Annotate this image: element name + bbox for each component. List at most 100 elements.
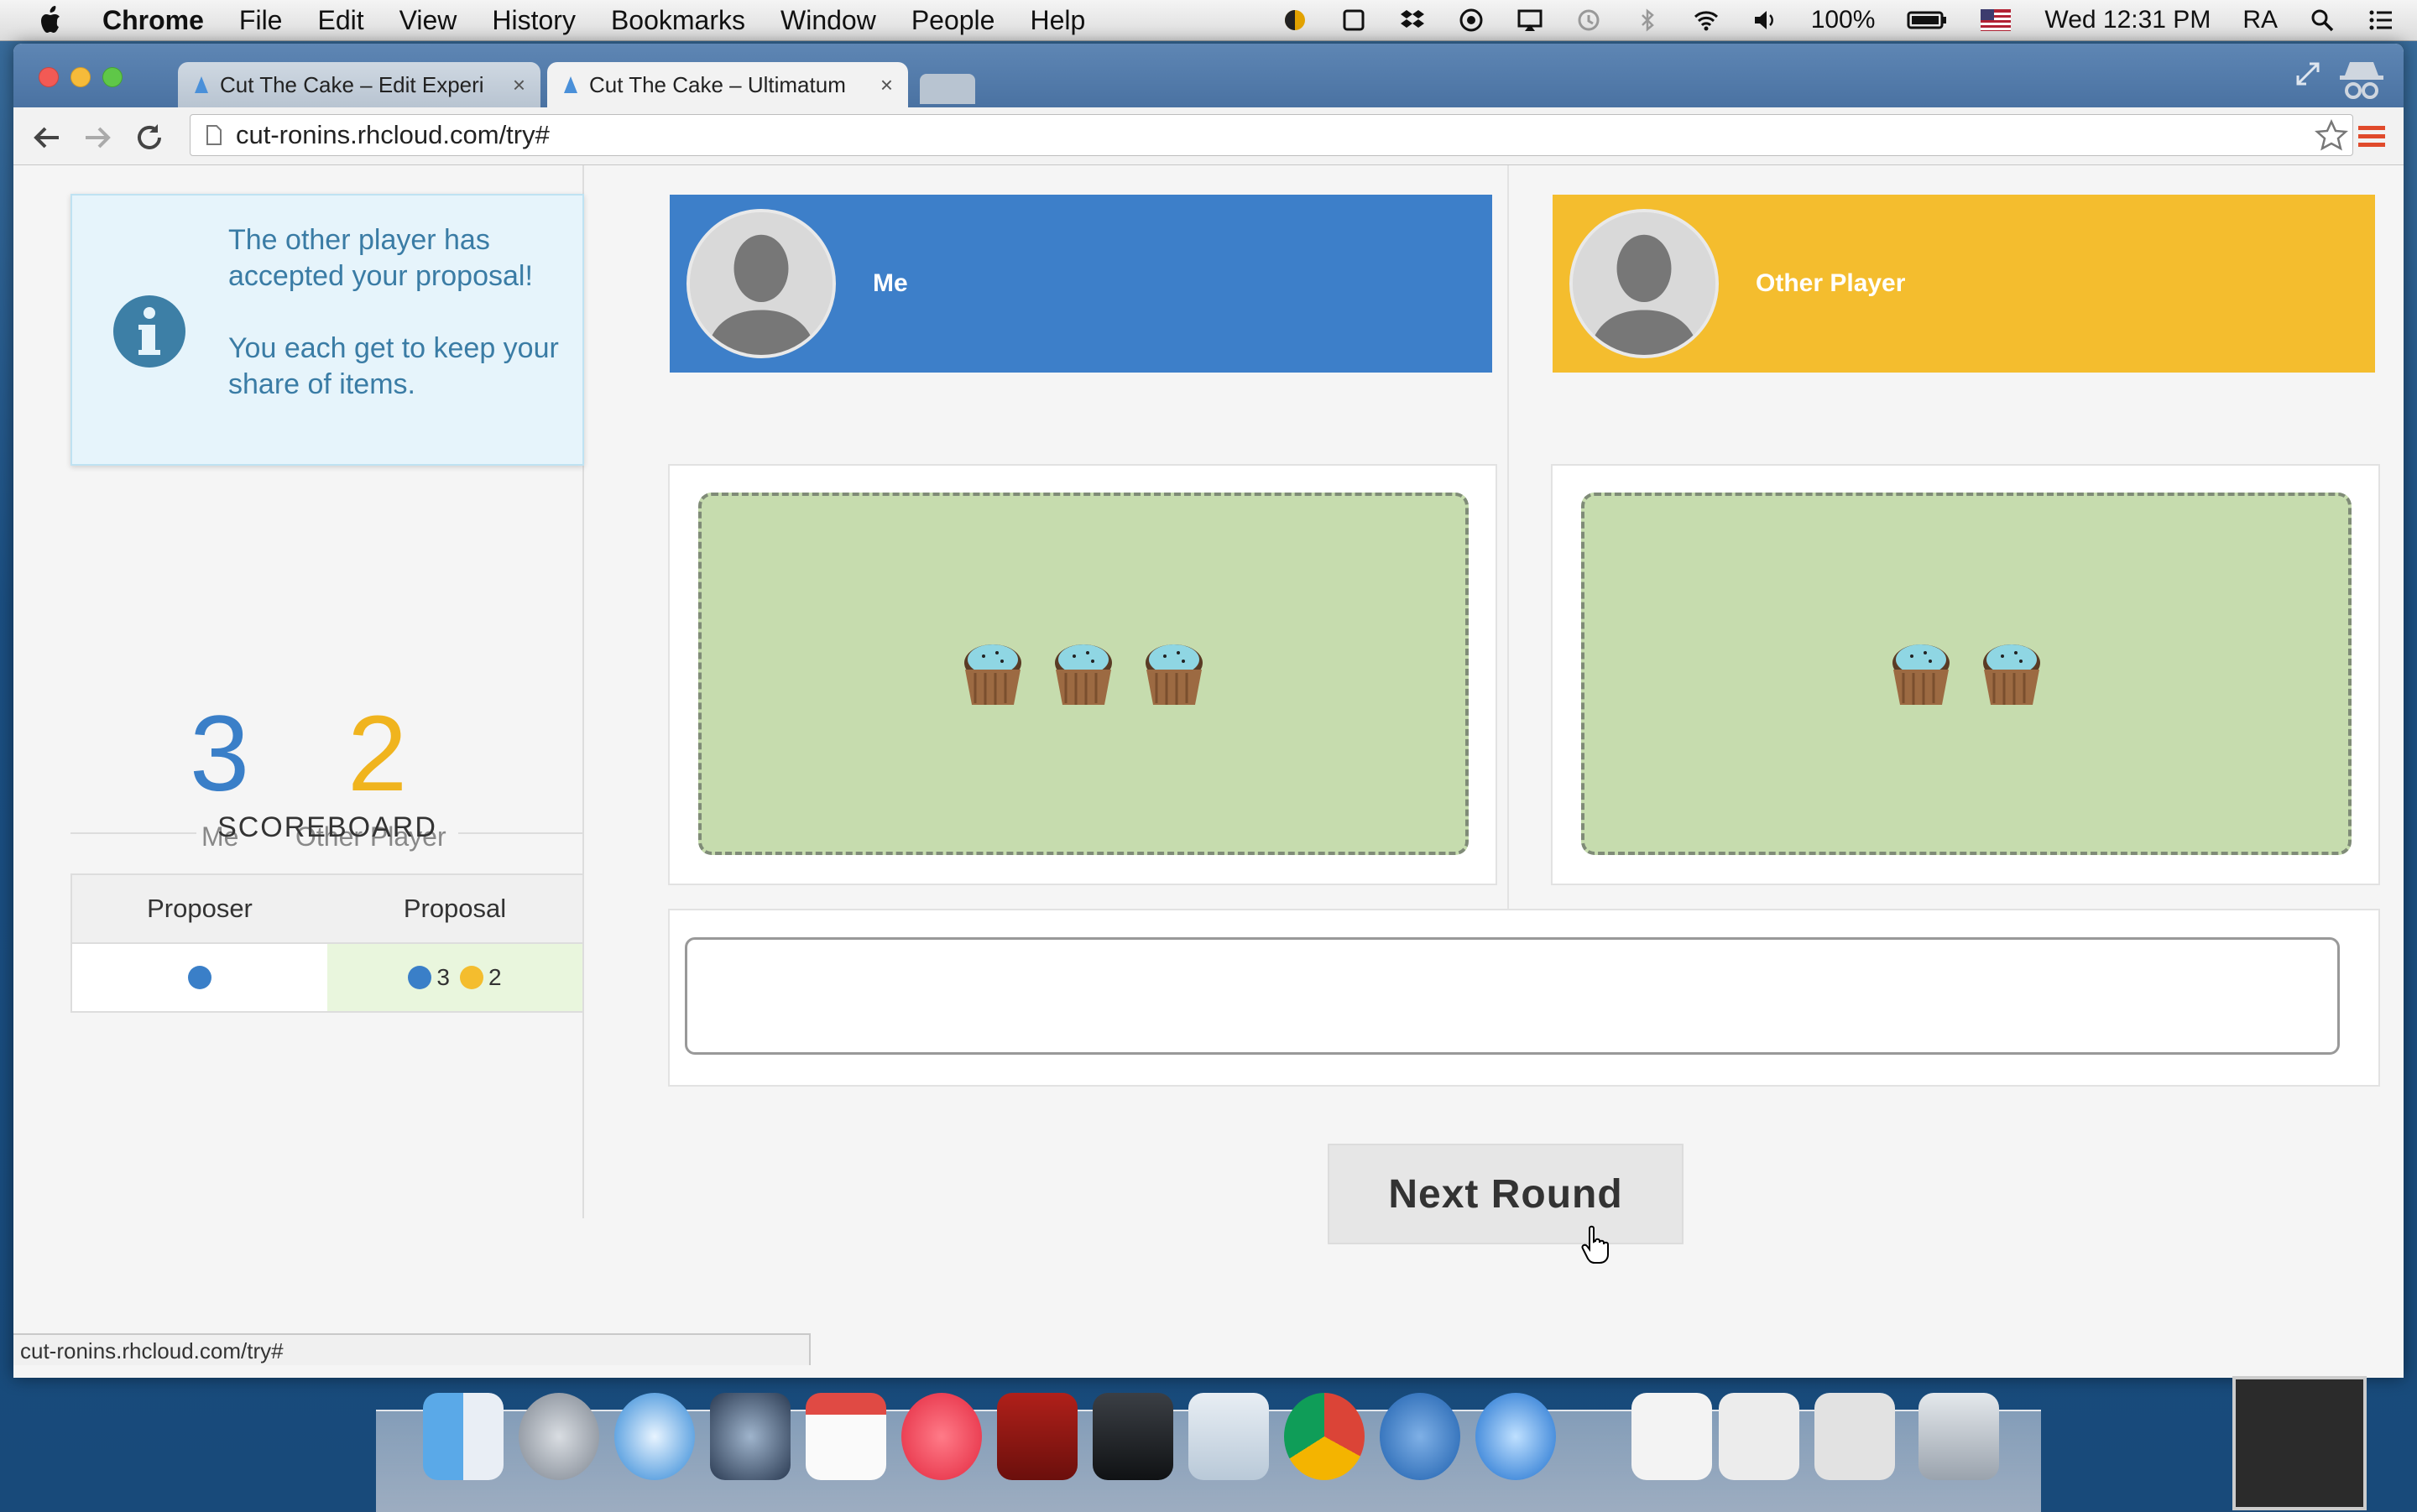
left-sidebar: The other player has accepted your propo…: [55, 165, 584, 1218]
close-window-button[interactable]: [39, 67, 59, 87]
us-flag-icon[interactable]: [1981, 8, 2012, 33]
alert-line-keep: You each get to keep your share of items…: [228, 332, 559, 400]
document-stack-icon[interactable]: [1719, 1393, 1799, 1480]
status-app-icon[interactable]: [1282, 8, 1308, 33]
finder-icon[interactable]: [423, 1393, 504, 1480]
volume-icon[interactable]: [1752, 8, 1778, 33]
new-tab-button[interactable]: [920, 74, 975, 104]
safari-icon[interactable]: [614, 1393, 695, 1480]
item-counts: 3 Me 2 Other Player: [55, 477, 582, 852]
proposal-other-share: 2: [488, 964, 502, 990]
result-alert: The other player has accepted your propo…: [70, 194, 584, 466]
address-bar[interactable]: cut-ronins.rhcloud.com/try#: [190, 114, 2353, 156]
cupcake-icon: [1055, 644, 1112, 705]
info-icon: [113, 295, 185, 368]
dropbox-icon[interactable]: [1400, 8, 1425, 33]
chrome-window: Cut The Cake – Edit Experi × Cut The Cak…: [13, 44, 2404, 1378]
me-share-card: [668, 464, 1497, 885]
notification-center-icon[interactable]: [2368, 8, 2394, 33]
me-dot-icon: [408, 966, 432, 989]
menu-bookmarks[interactable]: Bookmarks: [611, 5, 745, 36]
scoreboard-heading: SCOREBOARD: [70, 811, 584, 853]
minimize-window-button[interactable]: [70, 67, 91, 87]
me-item-tray[interactable]: [698, 493, 1469, 855]
other-player-name: Other Player: [1756, 269, 1906, 297]
page-viewport: The other player has accepted your propo…: [13, 165, 2404, 1378]
fullscreen-icon[interactable]: [2293, 59, 2323, 89]
photo-booth-icon[interactable]: [997, 1393, 1078, 1480]
page-icon: [206, 125, 222, 145]
record-icon[interactable]: [1459, 8, 1484, 33]
menu-history[interactable]: History: [492, 5, 576, 36]
me-player-name: Me: [873, 269, 908, 297]
menu-edit[interactable]: Edit: [317, 5, 363, 36]
message-input[interactable]: [685, 937, 2340, 1055]
menu-file[interactable]: File: [239, 5, 283, 36]
tab-close-icon[interactable]: ×: [880, 72, 893, 98]
alert-line-accepted: The other player has accepted your propo…: [228, 224, 533, 292]
facetime-icon[interactable]: [710, 1393, 791, 1480]
proposal-cell: 3 2: [327, 944, 582, 1011]
bookmark-star-icon[interactable]: [2315, 119, 2348, 153]
airplay-icon[interactable]: [1517, 8, 1543, 33]
menu-view[interactable]: View: [399, 5, 457, 36]
wifi-icon[interactable]: [1694, 8, 1719, 33]
mac-menubar: Chrome File Edit View History Bookmarks …: [0, 0, 2417, 41]
trash-icon[interactable]: [1918, 1393, 1999, 1480]
tab-edit-experiment[interactable]: Cut The Cake – Edit Experi ×: [178, 62, 540, 107]
bluetooth-icon[interactable]: [1635, 8, 1660, 33]
user-silhouette-icon: [1573, 212, 1715, 355]
reload-icon[interactable]: [133, 121, 166, 154]
other-share-card: [1551, 464, 2380, 885]
me-item-count: 3: [190, 694, 250, 814]
menubar-clock[interactable]: Wed 12:31 PM: [2044, 6, 2211, 34]
chrome-menu-icon[interactable]: [2358, 124, 2385, 149]
status-bar: cut-ronins.rhcloud.com/try#: [13, 1333, 811, 1365]
back-arrow-icon[interactable]: [30, 121, 64, 154]
calendar-icon[interactable]: [806, 1393, 886, 1480]
window-square-icon[interactable]: [1341, 8, 1366, 33]
menu-app-chrome[interactable]: Chrome: [102, 5, 204, 36]
menubar-user[interactable]: RA: [2242, 6, 2278, 34]
other-player-banner: Other Player: [1553, 195, 2375, 373]
page-favicon-icon: [195, 76, 208, 93]
menu-help[interactable]: Help: [1030, 5, 1085, 36]
r-app-icon[interactable]: [1380, 1393, 1460, 1480]
webcam-thumbnail: [2232, 1376, 2367, 1510]
cupcake-icon: [964, 644, 1021, 705]
menu-people[interactable]: People: [911, 5, 995, 36]
launchpad-icon[interactable]: [519, 1393, 599, 1480]
document-icon[interactable]: [1631, 1393, 1712, 1480]
other-item-count: 2: [347, 694, 408, 814]
tab-strip: Cut The Cake – Edit Experi × Cut The Cak…: [13, 44, 2404, 107]
preview-icon[interactable]: [1188, 1393, 1269, 1480]
forward-arrow-icon[interactable]: [81, 121, 114, 154]
proposal-me-share: 3: [436, 964, 450, 990]
column-header-proposer: Proposer: [147, 894, 253, 923]
chrome-icon[interactable]: [1284, 1393, 1365, 1480]
tab-ultimatum[interactable]: Cut The Cake – Ultimatum ×: [547, 62, 908, 107]
url-text[interactable]: cut-ronins.rhcloud.com/try#: [236, 120, 550, 150]
scoreboard-header-row: Proposer Proposal: [72, 875, 582, 944]
time-machine-icon[interactable]: [1576, 8, 1601, 33]
other-item-tray[interactable]: [1581, 493, 2352, 855]
hand-cursor-icon: [1581, 1225, 1609, 1264]
itunes-icon[interactable]: [901, 1393, 982, 1480]
apple-icon[interactable]: [37, 4, 65, 36]
menu-window[interactable]: Window: [780, 5, 876, 36]
zoom-window-button[interactable]: [102, 67, 123, 87]
proposer-me-dot-icon: [188, 966, 211, 989]
tab-close-icon[interactable]: ×: [513, 72, 525, 98]
quicktime-icon[interactable]: [1475, 1393, 1556, 1480]
page-favicon-icon: [564, 76, 577, 93]
tab-title: Cut The Cake – Ultimatum: [589, 71, 846, 97]
next-round-button[interactable]: Next Round: [1328, 1144, 1684, 1244]
minimized-chrome-window-icon[interactable]: [1814, 1393, 1895, 1480]
spotlight-search-icon[interactable]: [2310, 8, 2335, 33]
avatar: [1569, 209, 1719, 358]
incognito-icon: [2340, 62, 2383, 99]
activity-monitor-icon[interactable]: [1093, 1393, 1173, 1480]
scoreboard-table: Proposer Proposal 3 2: [70, 873, 584, 1013]
cupcake-icon: [1892, 644, 1950, 705]
battery-icon[interactable]: [1907, 8, 1947, 33]
